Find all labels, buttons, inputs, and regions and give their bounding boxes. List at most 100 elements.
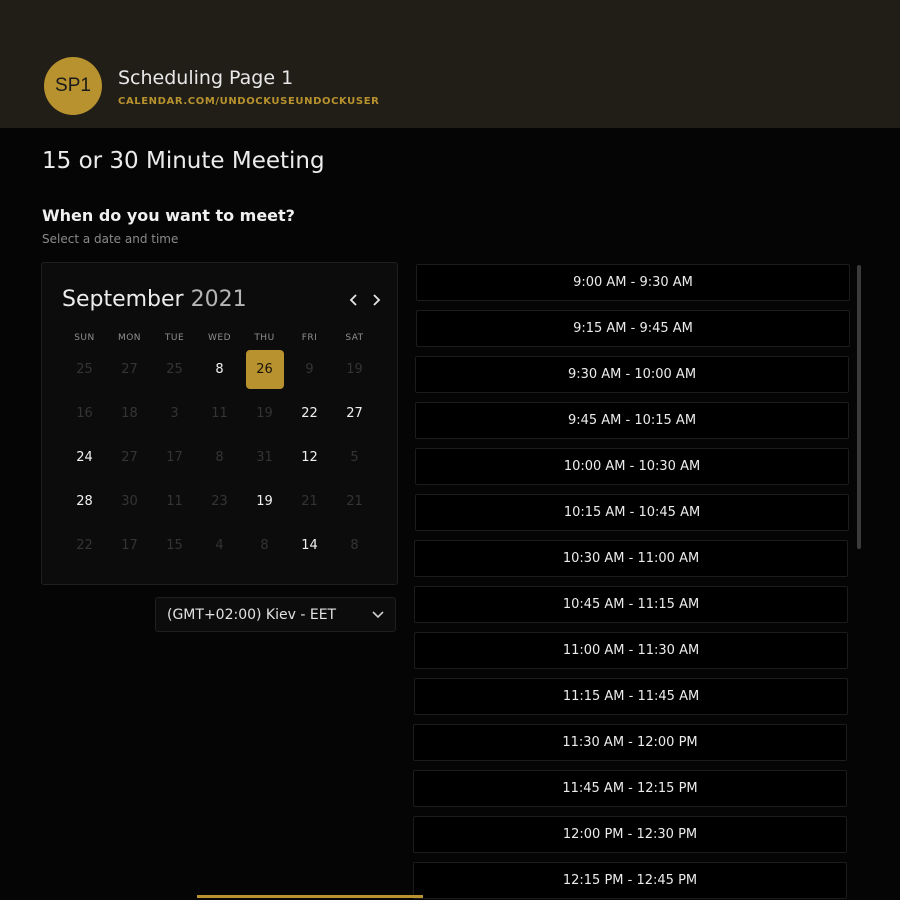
calendar-day-label: 3 [170, 405, 179, 421]
calendar-day-label: 14 [301, 537, 318, 553]
weekday-label: SUN [74, 333, 95, 343]
calendar-day-selected[interactable]: 26 [242, 347, 287, 391]
date-picker-calendar: September 2021 SUN MON TUE WED THU FRI SAT 25 2… [41, 262, 398, 585]
calendar-day: 22 [62, 523, 107, 567]
time-slot-scrollbar[interactable] [857, 265, 861, 549]
calendar-day-label: 11 [211, 405, 228, 421]
time-slot-button[interactable]: 10:30 AM - 11:00 AM [414, 540, 848, 577]
calendar-day: 11 [197, 391, 242, 435]
calendar-days-grid: 25 27 25 8 26 9 19 16 18 3 11 19 22 27 24 27 17 8 31 12 5 28 3… [62, 347, 377, 567]
calendar-day[interactable]: 28 [62, 479, 107, 523]
calendar-day-label: 28 [76, 493, 93, 509]
time-slot-button[interactable]: 11:00 AM - 11:30 AM [414, 632, 848, 669]
calendar-day: 27 [107, 435, 152, 479]
calendar-day: 27 [107, 347, 152, 391]
time-slot-button[interactable]: 9:30 AM - 10:00 AM [415, 356, 849, 393]
chevron-right-icon[interactable] [367, 289, 385, 311]
calendar-day: 31 [242, 435, 287, 479]
calendar-day-label: 25 [166, 361, 183, 377]
calendar-day-label: 8 [215, 361, 224, 377]
calendar-day: 30 [107, 479, 152, 523]
calendar-day[interactable]: 19 [242, 479, 287, 523]
time-slot-button[interactable]: 11:15 AM - 11:45 AM [414, 678, 848, 715]
chevron-down-icon [371, 607, 385, 625]
meeting-title: 15 or 30 Minute Meeting [42, 148, 325, 174]
weekday-label: WED [207, 333, 231, 343]
calendar-day: 8 [242, 523, 287, 567]
calendar-day[interactable]: 12 [287, 435, 332, 479]
calendar-day: 4 [197, 523, 242, 567]
calendar-day: 25 [152, 347, 197, 391]
time-slot-button[interactable]: 10:45 AM - 11:15 AM [414, 586, 848, 623]
chevron-left-icon[interactable] [345, 289, 363, 311]
time-slot-button[interactable]: 12:15 PM - 12:45 PM [413, 862, 847, 899]
calendar-day: 21 [332, 479, 377, 523]
calendar-day: 16 [62, 391, 107, 435]
calendar-day: 19 [332, 347, 377, 391]
calendar-day: 11 [152, 479, 197, 523]
calendar-day-label: 16 [76, 405, 93, 421]
calendar-day-label: 5 [350, 449, 359, 465]
time-slot-button[interactable]: 9:45 AM - 10:15 AM [415, 402, 849, 439]
weekday-label: MON [117, 333, 142, 343]
calendar-day-label: 21 [346, 493, 363, 509]
page-url-link[interactable]: CALENDAR.COM/UNDOCKUSEUNDOCKUSER [118, 96, 379, 107]
calendar-day: 15 [152, 523, 197, 567]
year-label: 2021 [190, 287, 247, 312]
calendar-day[interactable]: 8 [197, 347, 242, 391]
calendar-day-label: 23 [211, 493, 228, 509]
time-slot-button[interactable]: 9:00 AM - 9:30 AM [416, 264, 850, 301]
timezone-select[interactable]: (GMT+02:00) Kiev - EET [155, 597, 396, 632]
calendar-day-label: 24 [76, 449, 93, 465]
calendar-day: 23 [197, 479, 242, 523]
calendar-day-label: 12 [301, 449, 318, 465]
avatar: SP1 [44, 57, 102, 115]
calendar-day-label: 17 [166, 449, 183, 465]
calendar-day-label: 8 [215, 449, 224, 465]
calendar-day: 17 [107, 523, 152, 567]
calendar-day-label: 9 [305, 361, 314, 377]
calendar-day[interactable]: 14 [287, 523, 332, 567]
calendar-day-label: 26 [245, 349, 284, 389]
calendar-day: 21 [287, 479, 332, 523]
timezone-value: (GMT+02:00) Kiev - EET [167, 606, 337, 623]
calendar-day-label: 22 [301, 405, 318, 421]
calendar-day: 17 [152, 435, 197, 479]
calendar-day: 8 [197, 435, 242, 479]
calendar-day-label: 8 [260, 537, 269, 553]
calendar-day-label: 18 [121, 405, 138, 421]
bottom-progress-bar [197, 895, 423, 898]
calendar-day-label: 11 [166, 493, 183, 509]
time-slot-button[interactable]: 12:00 PM - 12:30 PM [413, 816, 847, 853]
calendar-day-label: 19 [256, 405, 273, 421]
calendar-day-label: 4 [215, 537, 224, 553]
calendar-day-label: 17 [121, 537, 138, 553]
calendar-day: 25 [62, 347, 107, 391]
time-slot-button[interactable]: 9:15 AM - 9:45 AM [416, 310, 850, 347]
time-slot-button[interactable]: 11:45 AM - 12:15 PM [413, 770, 847, 807]
meeting-question: When do you want to meet? [42, 206, 295, 225]
calendar-day: 8 [332, 523, 377, 567]
calendar-day-label: 19 [256, 493, 273, 509]
calendar-day: 19 [242, 391, 287, 435]
calendar-day: 18 [107, 391, 152, 435]
page-name: Scheduling Page 1 [118, 67, 294, 89]
calendar-day-label: 8 [350, 537, 359, 553]
time-slot-button[interactable]: 10:15 AM - 10:45 AM [415, 494, 849, 531]
calendar-day-label: 15 [166, 537, 183, 553]
calendar-day[interactable]: 27 [332, 391, 377, 435]
scheduling-page-header: SP1 Scheduling Page 1 CALENDAR.COM/UNDOC… [0, 0, 900, 128]
calendar-day-label: 27 [346, 405, 363, 421]
calendar-day-label: 30 [121, 493, 138, 509]
calendar-day-label: 31 [256, 449, 273, 465]
time-slot-button[interactable]: 11:30 AM - 12:00 PM [413, 724, 847, 761]
time-slot-button[interactable]: 10:00 AM - 10:30 AM [415, 448, 849, 485]
weekday-header-row: SUN MON TUE WED THU FRI SAT [62, 333, 377, 347]
meeting-subtitle: Select a date and time [42, 232, 179, 246]
month-label: September [62, 287, 184, 312]
weekday-label: TUE [164, 333, 185, 343]
calendar-day[interactable]: 22 [287, 391, 332, 435]
calendar-day[interactable]: 24 [62, 435, 107, 479]
weekday-label: SAT [345, 333, 364, 343]
calendar-day-label: 27 [121, 361, 138, 377]
